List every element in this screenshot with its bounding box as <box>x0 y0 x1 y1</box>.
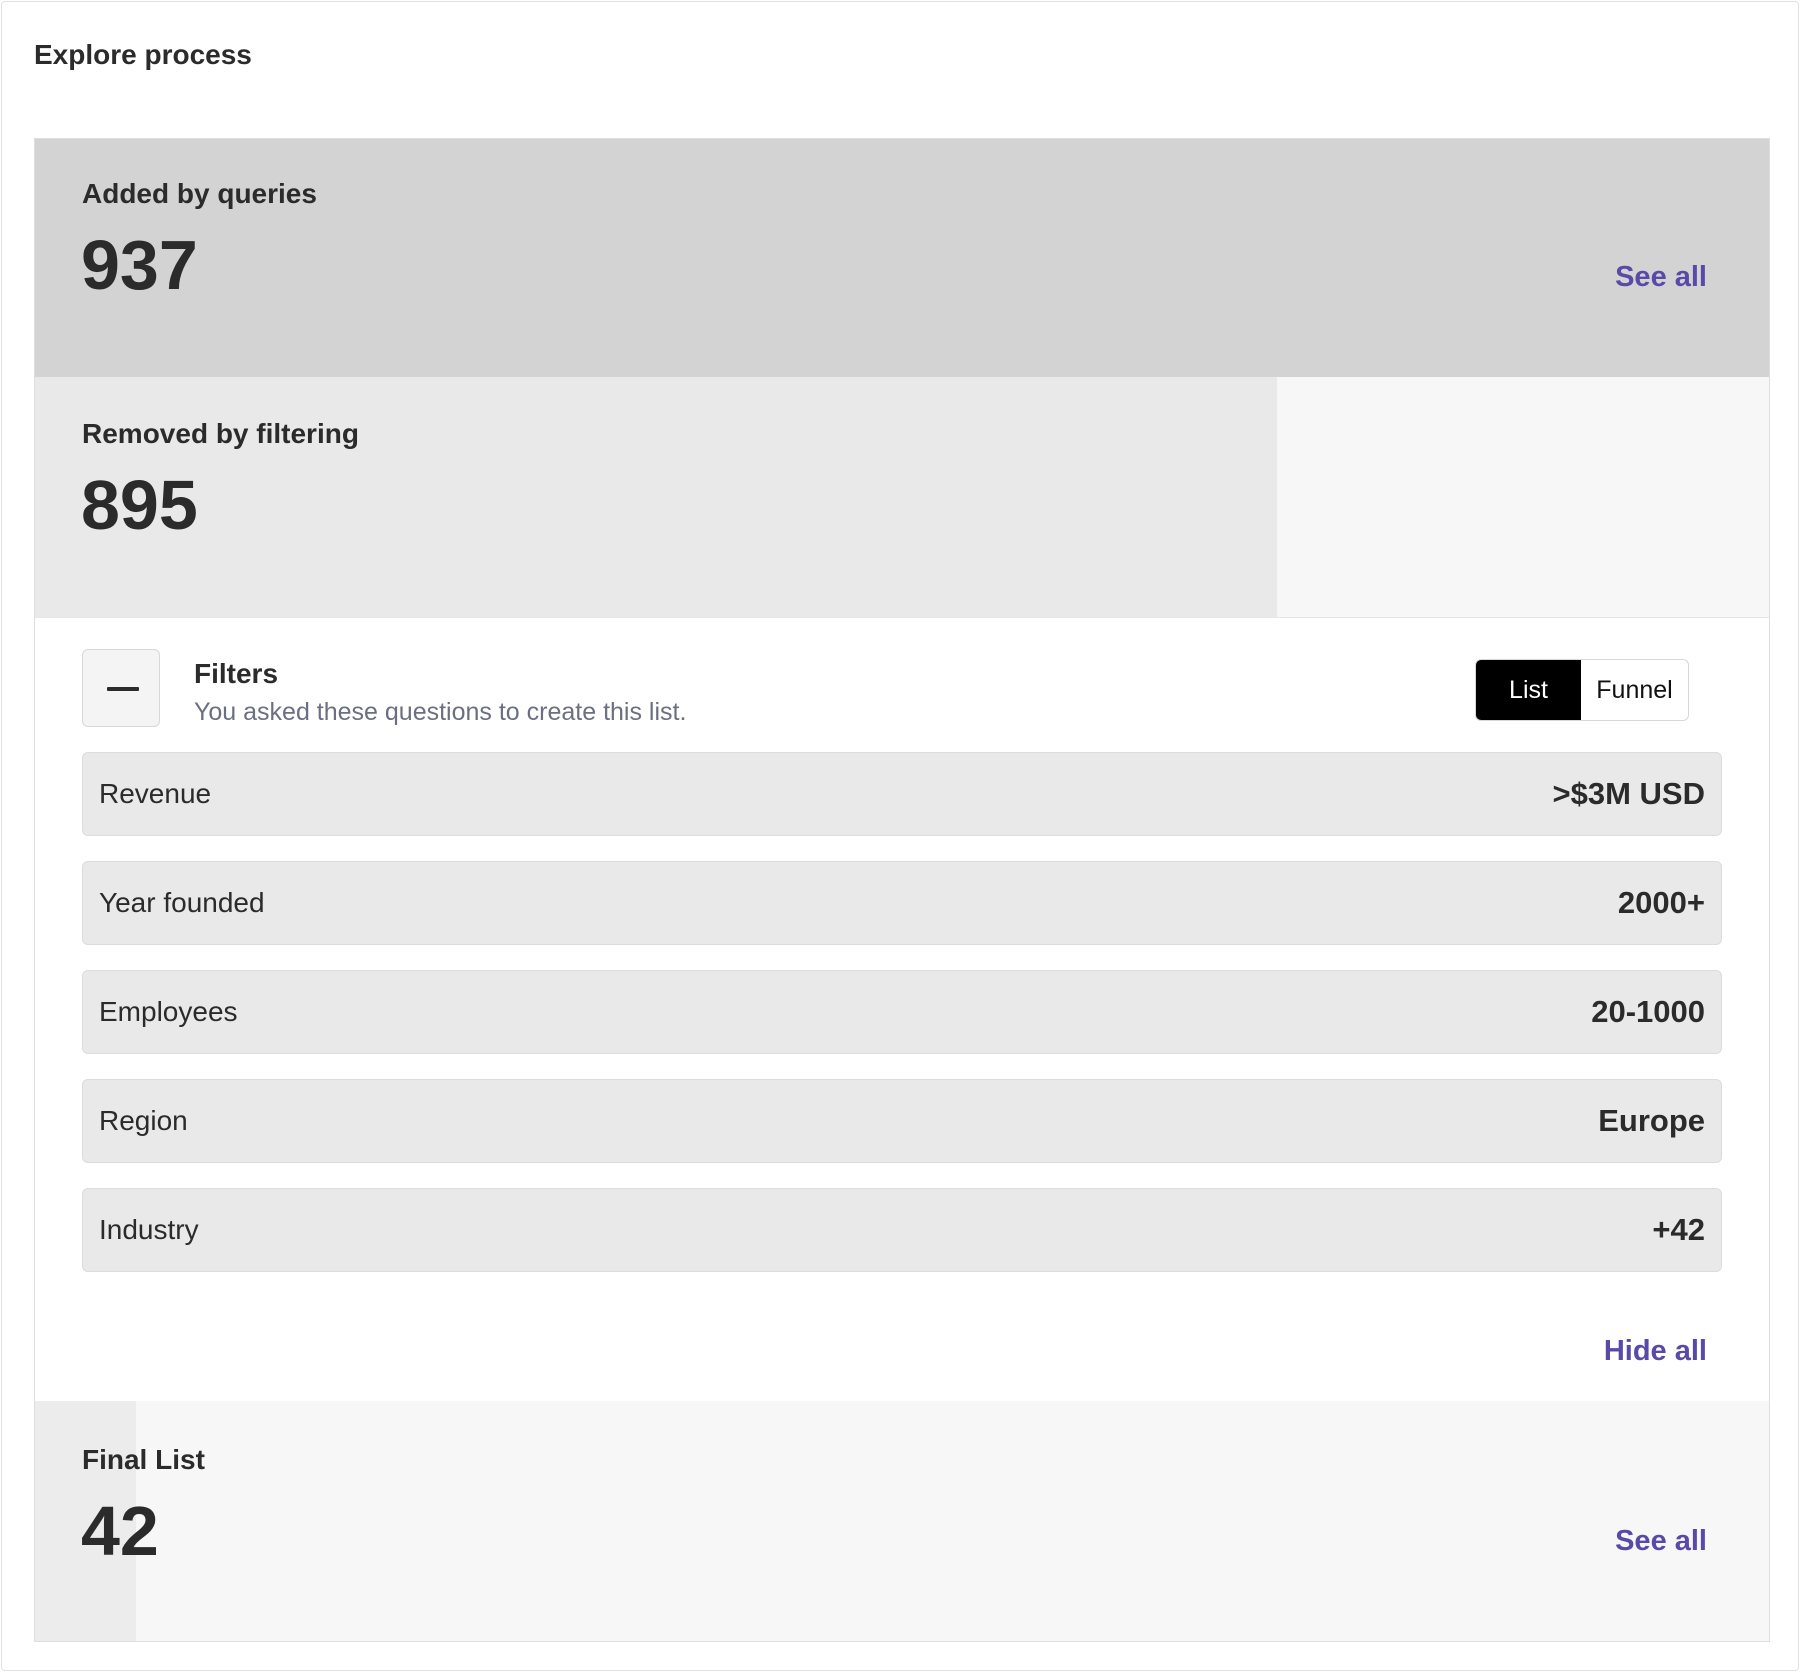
final-list-section: Final List 42 See all <box>35 1401 1769 1641</box>
filter-row-region[interactable]: Region Europe <box>82 1079 1722 1163</box>
filter-value: >$3M USD <box>1552 776 1705 811</box>
removed-proportion-bar <box>35 377 1277 617</box>
filter-value: 2000+ <box>1617 885 1705 920</box>
final-count: 42 <box>81 1492 159 1570</box>
added-label: Added by queries <box>82 178 317 209</box>
minus-icon <box>107 687 139 691</box>
filter-value: +42 <box>1652 1212 1705 1247</box>
final-see-all-link[interactable]: See all <box>1615 1524 1707 1558</box>
process-panel: Added by queries 937 See all Removed by … <box>34 138 1770 1642</box>
removed-by-filtering-section: Removed by filtering 895 <box>35 377 1769 617</box>
filter-row-year-founded[interactable]: Year founded 2000+ <box>82 861 1722 945</box>
view-toggle: List Funnel <box>1475 659 1689 721</box>
filter-label: Industry <box>99 1214 199 1245</box>
final-label: Final List <box>82 1444 205 1475</box>
filters-subtitle: You asked these questions to create this… <box>194 698 687 726</box>
filters-section: Filters You asked these questions to cre… <box>35 617 1769 1402</box>
removed-count: 895 <box>81 466 198 544</box>
page-title: Explore process <box>34 39 252 70</box>
filter-row-industry[interactable]: Industry +42 <box>82 1188 1722 1272</box>
explore-process-card: Explore process Added by queries 937 See… <box>1 1 1799 1671</box>
hide-all-filters-link[interactable]: Hide all <box>1604 1334 1707 1368</box>
added-see-all-link[interactable]: See all <box>1615 260 1707 294</box>
added-by-queries-section: Added by queries 937 See all <box>35 139 1769 377</box>
filter-value: Europe <box>1598 1103 1705 1138</box>
view-toggle-list[interactable]: List <box>1476 660 1581 720</box>
filter-value: 20-1000 <box>1591 994 1705 1029</box>
filter-label: Region <box>99 1105 188 1136</box>
filter-label: Employees <box>99 996 238 1027</box>
filter-label: Year founded <box>99 887 265 918</box>
view-toggle-funnel[interactable]: Funnel <box>1581 660 1688 720</box>
filter-row-employees[interactable]: Employees 20-1000 <box>82 970 1722 1054</box>
filter-row-revenue[interactable]: Revenue >$3M USD <box>82 752 1722 836</box>
added-count: 937 <box>81 226 198 304</box>
removed-label: Removed by filtering <box>82 418 359 449</box>
filter-label: Revenue <box>99 778 212 809</box>
filters-title: Filters <box>194 658 279 689</box>
collapse-filters-button[interactable] <box>82 649 160 727</box>
